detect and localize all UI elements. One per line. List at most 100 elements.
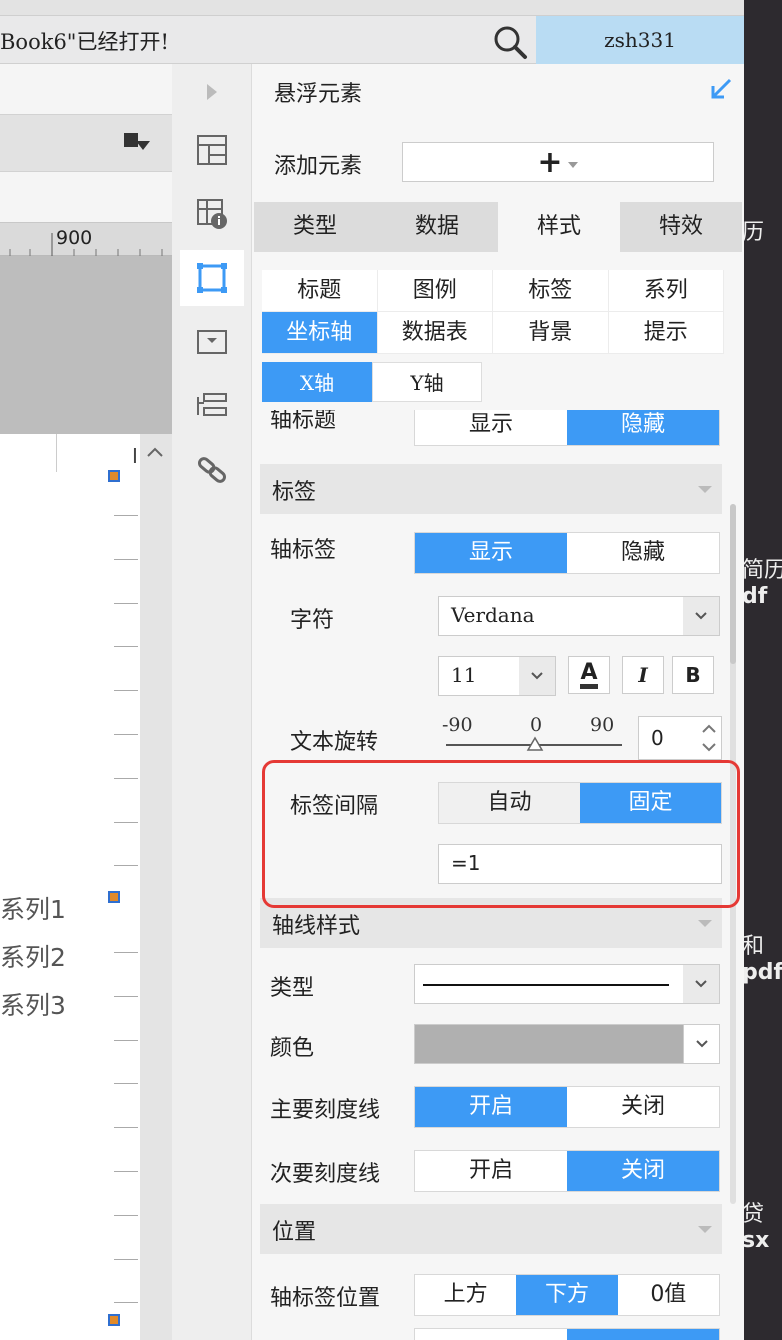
- workspace-toolbar-2: [0, 114, 172, 172]
- font-label: 字符: [290, 608, 335, 633]
- subtab-legend[interactable]: 图例: [377, 270, 493, 312]
- axis-tick: [114, 865, 138, 866]
- font-color-button[interactable]: A: [568, 656, 610, 694]
- caret-down-icon: [698, 920, 712, 927]
- axis-tick: [114, 515, 138, 516]
- major-tick-off[interactable]: 关闭: [567, 1087, 719, 1127]
- axis-title-hide[interactable]: 隐藏: [567, 410, 719, 445]
- canvas-scrollbar[interactable]: [140, 434, 172, 1340]
- minor-tick-on[interactable]: 开启: [415, 1151, 567, 1191]
- line-type-label: 类型: [270, 976, 315, 1001]
- rail-float-element-button[interactable]: [180, 250, 244, 306]
- play-arrow-icon: [207, 84, 217, 100]
- slider-max-label: 90: [590, 714, 615, 736]
- scroll-up-icon[interactable]: [146, 446, 164, 458]
- tab-x-axis[interactable]: X轴: [262, 362, 372, 402]
- desktop-file-label: 简历: [742, 558, 782, 583]
- next-option[interactable]: [415, 1329, 567, 1340]
- tab-style[interactable]: 样式: [498, 202, 620, 252]
- axis-tick: [114, 822, 138, 823]
- position-section-header[interactable]: 位置: [260, 1204, 722, 1254]
- next-option-selected[interactable]: [567, 1329, 719, 1340]
- ruler-label: 900: [56, 227, 93, 249]
- subtab-tooltip[interactable]: 提示: [608, 312, 724, 354]
- search-icon: [494, 26, 527, 59]
- subtab-title[interactable]: 标题: [262, 270, 378, 312]
- chevron-down-icon: [683, 965, 719, 1003]
- stepper-arrows-icon[interactable]: [699, 719, 719, 757]
- label-section-header[interactable]: 标签: [260, 464, 722, 514]
- subtab-label[interactable]: 标签: [493, 270, 609, 312]
- section-title: 轴线样式: [272, 914, 361, 939]
- dock-pin-icon[interactable]: [124, 133, 150, 155]
- minor-tick-off[interactable]: 关闭: [567, 1151, 719, 1191]
- status-message: Book6"已经打开!: [0, 30, 169, 54]
- rotation-stepper[interactable]: 0: [638, 716, 722, 760]
- collapse-panel-button[interactable]: [708, 76, 734, 102]
- scrollbar-thumb[interactable]: [730, 504, 736, 664]
- axis-tick: [114, 1171, 138, 1172]
- section-title: 标签: [272, 480, 317, 505]
- plus-icon: +: [537, 144, 563, 180]
- axis-label-show[interactable]: 显示: [415, 533, 567, 573]
- position-zero[interactable]: 0值: [617, 1275, 719, 1315]
- desktop-file-label: 历: [742, 220, 765, 245]
- axis-tick: [114, 778, 138, 779]
- slider-thumb-icon[interactable]: [526, 736, 544, 752]
- list-bars-icon: [197, 393, 227, 416]
- font-size-select[interactable]: 11: [438, 656, 556, 696]
- selection-handle[interactable]: [108, 470, 120, 482]
- canvas-cursor-mark: I: [132, 444, 138, 468]
- rail-condition-button[interactable]: [180, 378, 244, 434]
- tab-data[interactable]: 数据: [376, 202, 498, 252]
- rail-widget-button[interactable]: [180, 314, 244, 370]
- tab-y-axis[interactable]: Y轴: [372, 362, 482, 402]
- desktop-file-label: df: [742, 584, 768, 609]
- add-element-button[interactable]: +: [402, 142, 714, 182]
- rail-hyperlink-button[interactable]: [180, 442, 244, 498]
- line-type-select[interactable]: [414, 964, 720, 1004]
- subtab-series[interactable]: 系列: [608, 270, 724, 312]
- font-size-value: 11: [451, 663, 477, 687]
- add-element-label: 添加元素: [274, 154, 363, 179]
- subtab-axis[interactable]: 坐标轴: [262, 312, 378, 354]
- selection-handle[interactable]: [108, 1314, 120, 1326]
- search-button[interactable]: [490, 22, 530, 62]
- desktop-file-label: 和: [742, 934, 765, 959]
- axis-tick: [114, 1259, 138, 1260]
- minor-tick-toggle: 开启 关闭: [414, 1150, 720, 1192]
- selection-handle[interactable]: [108, 891, 120, 903]
- rail-layout-button[interactable]: [180, 122, 244, 178]
- canvas-divider: [56, 434, 57, 472]
- desktop-file-label: 贷: [742, 1202, 765, 1227]
- expand-rail-button[interactable]: [180, 64, 244, 120]
- legend-series-2: 系列2: [0, 943, 66, 972]
- canvas-margin: [0, 256, 172, 434]
- text-rotation-label: 文本旋转: [290, 730, 379, 755]
- tab-type[interactable]: 类型: [254, 202, 376, 252]
- major-tick-on[interactable]: 开启: [415, 1087, 567, 1127]
- line-color-select[interactable]: [414, 1024, 720, 1064]
- font-value: Verdana: [451, 603, 535, 627]
- italic-button[interactable]: I: [622, 656, 664, 694]
- label-position-toggle: 上方 下方 0值: [414, 1274, 720, 1316]
- position-bottom[interactable]: 下方: [516, 1275, 618, 1315]
- font-select[interactable]: Verdana: [438, 596, 720, 636]
- panel-title: 悬浮元素: [274, 82, 363, 107]
- rail-cell-props-button[interactable]: [180, 186, 244, 242]
- subtab-datasheet[interactable]: 数据表: [377, 312, 493, 354]
- subtab-background[interactable]: 背景: [493, 312, 609, 354]
- user-account[interactable]: zsh331: [536, 16, 744, 64]
- widget-box-icon: [197, 330, 227, 354]
- link-icon: [197, 457, 227, 483]
- desktop-background: [744, 0, 782, 1340]
- axis-title-label: 轴标题: [270, 410, 337, 433]
- axis-label-hide[interactable]: 隐藏: [567, 533, 719, 573]
- settings-panel: 悬浮元素 添加元素 + 类型 数据 样式 特效 标题 图例 标签 系列 坐标轴 …: [252, 64, 744, 1340]
- bold-button[interactable]: B: [672, 656, 714, 694]
- tab-effects[interactable]: 特效: [620, 202, 742, 252]
- position-top[interactable]: 上方: [415, 1275, 517, 1315]
- axis-title-show[interactable]: 显示: [415, 410, 567, 445]
- axis-tick: [114, 646, 138, 647]
- legend-series-3: 系列3: [0, 991, 66, 1020]
